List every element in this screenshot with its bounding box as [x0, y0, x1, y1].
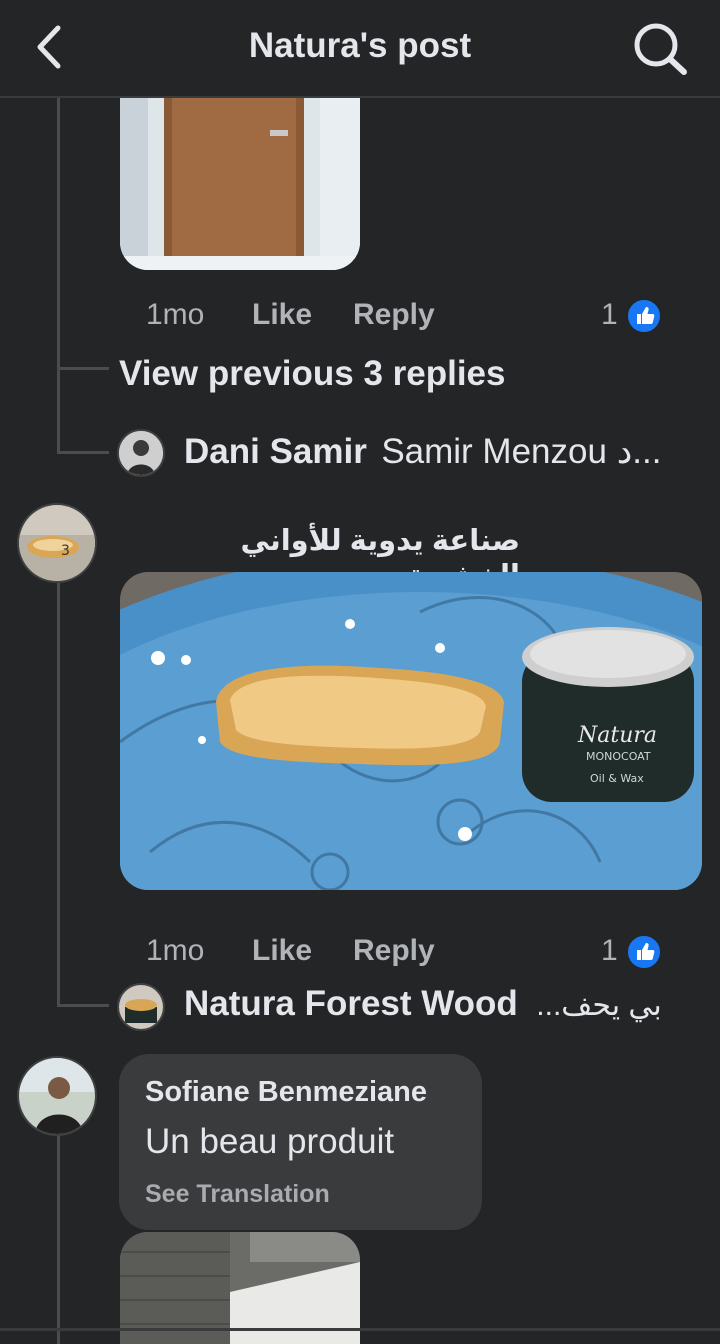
- reply-preview: Samir Menzou د...: [381, 432, 662, 471]
- comment-meta: 1mo Like Reply 1: [146, 934, 686, 974]
- reaction-count[interactable]: 1: [601, 298, 618, 332]
- like-button[interactable]: Like: [252, 934, 312, 968]
- like-thumb-icon: [626, 934, 662, 970]
- reply-row[interactable]: Dani Samir Samir Menzou د...: [184, 432, 694, 472]
- svg-text:Natura: Natura: [577, 723, 657, 748]
- avatar[interactable]: [117, 983, 165, 1031]
- top-bar: Natura's post: [0, 0, 720, 98]
- reply-author: Dani Samir: [184, 432, 367, 471]
- like-thumb-icon: [626, 298, 662, 334]
- thread-line: [57, 98, 60, 453]
- see-translation-link[interactable]: See Translation: [145, 1180, 330, 1209]
- thread-line: [57, 1133, 60, 1344]
- comment-author[interactable]: Sofiane Benmeziane: [145, 1076, 427, 1109]
- like-button[interactable]: Like: [252, 298, 312, 332]
- comment-image-bowl[interactable]: Natura MONOCOAT Oil & Wax: [120, 572, 702, 890]
- search-icon: [634, 23, 687, 75]
- thread-connector: [57, 367, 109, 370]
- comment-meta: 1mo Like Reply 1: [146, 298, 686, 338]
- svg-text:3: 3: [61, 543, 70, 559]
- thread-connector: [57, 451, 109, 454]
- thread-line: [57, 580, 60, 1005]
- comment-text: Un beau produit: [145, 1122, 395, 1161]
- reply-row[interactable]: Natura Forest Wood بي يحف...: [184, 984, 684, 1024]
- search-button[interactable]: [630, 20, 690, 76]
- reply-author: Natura Forest Wood: [184, 984, 518, 1023]
- avatar[interactable]: [117, 429, 165, 477]
- avatar[interactable]: [17, 1056, 97, 1136]
- comment-bubble[interactable]: Sofiane Benmeziane Un beau produit See T…: [119, 1054, 482, 1230]
- thread-connector: [57, 1004, 109, 1007]
- comment-time: 1mo: [146, 298, 205, 331]
- reply-preview: بي يحف...: [536, 989, 662, 1022]
- reply-button[interactable]: Reply: [353, 934, 435, 968]
- comment-time: 1mo: [146, 934, 205, 967]
- avatar[interactable]: 3: [17, 503, 97, 583]
- page-title: Natura's post: [248, 26, 472, 65]
- reaction-count[interactable]: 1: [601, 934, 618, 968]
- svg-text:Oil & Wax: Oil & Wax: [590, 772, 644, 785]
- view-previous-replies[interactable]: View previous 3 replies: [119, 354, 506, 394]
- svg-text:MONOCOAT: MONOCOAT: [586, 750, 651, 763]
- bottom-divider: [0, 1328, 720, 1331]
- reply-button[interactable]: Reply: [353, 298, 435, 332]
